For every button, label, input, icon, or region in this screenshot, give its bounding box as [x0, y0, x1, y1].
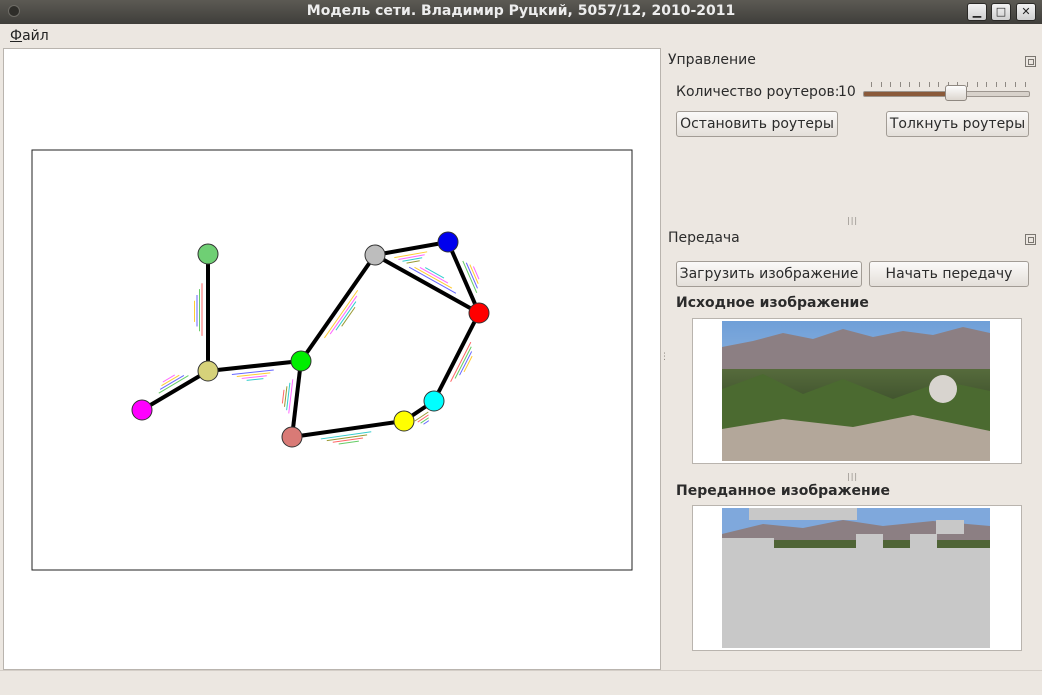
router-node-khaki[interactable] [197, 360, 219, 382]
source-image-label: Исходное изображение [676, 295, 869, 311]
slider-tick [976, 82, 978, 87]
router-node-green[interactable] [290, 350, 312, 372]
slider-tick [995, 82, 997, 87]
router-node-red[interactable] [468, 302, 490, 324]
router-node-yellow[interactable] [393, 410, 415, 432]
slider-tick [899, 82, 901, 87]
slider-tick [938, 82, 940, 87]
slider-tick [1024, 82, 1026, 87]
minimize-icon[interactable]: ▁ [967, 3, 987, 21]
slider-tick [871, 82, 872, 87]
control-dock-title: Управление [668, 52, 756, 68]
source-image [722, 321, 990, 461]
router-node-gray[interactable] [364, 244, 386, 266]
received-image [722, 508, 990, 648]
status-bar [0, 670, 1042, 695]
router-count-label: Количество роутеров: [676, 84, 840, 100]
menu-file-mnemonic: Ф [10, 28, 23, 44]
slider-tick [928, 82, 930, 87]
slider-tick [919, 82, 920, 87]
slider-tick [909, 82, 911, 87]
router-node-rose[interactable] [281, 426, 303, 448]
menu-bar: Файл [0, 24, 1042, 48]
router-node-cyan[interactable] [423, 390, 445, 412]
router-count-slider-handle[interactable] [945, 85, 967, 101]
title-bar[interactable]: Модель сети. Владимир Руцкий, 5057/12, 2… [0, 0, 1042, 24]
menu-file[interactable]: Файл [10, 28, 49, 44]
slider-tick [880, 82, 882, 87]
dock-float-icon[interactable] [1025, 56, 1036, 67]
slider-tick [1015, 82, 1016, 87]
window-title: Модель сети. Владимир Руцкий, 5057/12, 2… [306, 3, 736, 19]
received-image-label: Переданное изображение [676, 483, 891, 499]
maximize-icon[interactable]: □ [991, 3, 1011, 21]
network-canvas[interactable] [4, 49, 660, 669]
menu-file-label: айл [22, 28, 49, 44]
close-icon[interactable]: ✕ [1016, 3, 1036, 21]
transfer-dock-title: Передача [668, 230, 740, 246]
start-transfer-button[interactable]: Начать передачу [869, 261, 1029, 287]
router-count-value: 10 [838, 84, 856, 100]
received-image-frame [692, 505, 1022, 651]
router-node-green-light[interactable] [197, 243, 219, 265]
app-window: Модель сети. Владимир Руцкий, 5057/12, 2… [0, 0, 1042, 695]
dock-float-icon[interactable] [1025, 234, 1036, 245]
push-routers-button[interactable]: Толкнуть роутеры [886, 111, 1029, 137]
slider-tick [890, 82, 892, 87]
slider-tick [1005, 82, 1007, 87]
scene-border [31, 149, 633, 571]
stop-routers-button[interactable]: Остановить роутеры [676, 111, 838, 137]
load-image-button[interactable]: Загрузить изображение [676, 261, 862, 287]
router-node-blue[interactable] [437, 231, 459, 253]
router-node-magenta[interactable] [131, 399, 153, 421]
slider-tick [986, 82, 988, 87]
source-image-frame [692, 318, 1022, 464]
main-splitter-handle[interactable]: ⋮ [660, 352, 670, 362]
dock-splitter-handle[interactable]: ||| [847, 216, 858, 225]
slider-tick [967, 82, 968, 87]
network-view[interactable] [3, 48, 661, 670]
image-splitter-handle[interactable]: ||| [847, 472, 858, 481]
